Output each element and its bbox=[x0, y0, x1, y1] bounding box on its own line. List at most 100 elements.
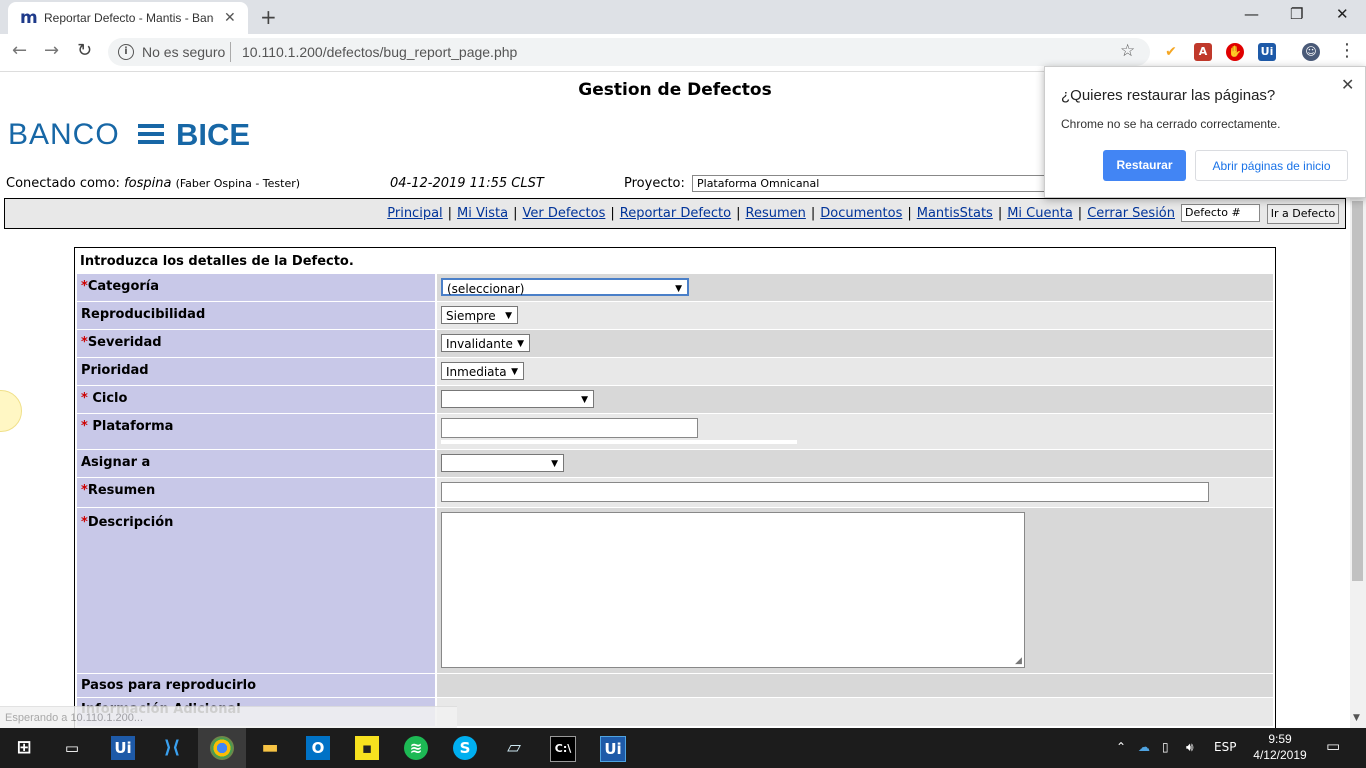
info-icon[interactable]: i bbox=[118, 44, 134, 60]
plataforma-input[interactable] bbox=[441, 418, 698, 438]
popup-message: Chrome no se ha cerrado correctamente. bbox=[1061, 117, 1281, 131]
scroll-thumb[interactable] bbox=[1352, 201, 1363, 581]
menu-ver-defectos[interactable]: Ver Defectos bbox=[522, 206, 605, 221]
go-to-bug-button[interactable]: Ir a Defecto bbox=[1267, 204, 1339, 224]
chrome-menu-icon[interactable]: ⋮ bbox=[1338, 40, 1356, 61]
project-select[interactable]: Plataforma Omnicanal bbox=[692, 175, 1058, 192]
report-form: Introduzca los detalles de la Defecto. *… bbox=[74, 247, 1276, 768]
open-home-pages-button[interactable]: Abrir páginas de inicio bbox=[1195, 150, 1348, 181]
tab-close-icon[interactable]: ✕ bbox=[224, 10, 236, 26]
cmd-icon[interactable]: C:\ bbox=[550, 736, 576, 762]
descripcion-label: Descripción bbox=[87, 515, 174, 530]
asignar-label: Asignar a bbox=[81, 455, 151, 470]
uipath-extension-icon[interactable]: Ui bbox=[1258, 43, 1276, 61]
restore-pages-popup: ¿Quieres restaurar las páginas? Chrome n… bbox=[1044, 66, 1366, 198]
chevron-down-icon: ▼ bbox=[505, 311, 512, 321]
popup-title: ¿Quieres restaurar las páginas? bbox=[1061, 87, 1276, 104]
resumen-label: Resumen bbox=[87, 483, 156, 498]
profile-avatar[interactable]: ☺ bbox=[1302, 43, 1320, 61]
row-prioridad: Prioridad Inmediata ▼ bbox=[77, 358, 1273, 385]
scroll-down-icon[interactable]: ▼ bbox=[1353, 713, 1360, 723]
restore-window-icon[interactable]: ❐ bbox=[1290, 5, 1303, 23]
severidad-label: Severidad bbox=[87, 335, 162, 350]
windows-taskbar: ⊞ ▭ Ui ⟩⟨ ▬ O ▪ ≋ S ▱ C:\ Ui ⌃ ☁ ▯ 🔊︎ ES… bbox=[0, 728, 1366, 768]
row-categoria: *Categoría (seleccionar) ▼ bbox=[77, 274, 1273, 301]
menu-mantisstats[interactable]: MantisStats bbox=[917, 206, 993, 221]
login-fullname: (Faber Ospina - Tester) bbox=[175, 177, 301, 190]
current-datetime: 04-12-2019 11:55 CLST bbox=[390, 176, 544, 191]
prioridad-select[interactable]: Inmediata ▼ bbox=[441, 362, 524, 380]
login-username: fospina bbox=[124, 176, 172, 191]
restore-button[interactable]: Restaurar bbox=[1103, 150, 1186, 181]
asignar-select[interactable]: ▼ bbox=[441, 454, 564, 472]
extension-icon[interactable]: ✔ bbox=[1162, 43, 1180, 61]
language-indicator[interactable]: ESP bbox=[1214, 740, 1236, 754]
clock-date: 4/12/2019 bbox=[1253, 748, 1307, 762]
descripcion-textarea[interactable] bbox=[441, 512, 1025, 668]
uipath-studio-icon[interactable]: Ui bbox=[111, 736, 135, 760]
form-heading: Introduzca los detalles de la Defecto. bbox=[80, 254, 354, 269]
menu-documentos[interactable]: Documentos bbox=[820, 206, 902, 221]
forward-icon[interactable]: → bbox=[44, 40, 59, 61]
row-reproducibilidad: Reproducibilidad Siempre ▼ bbox=[77, 302, 1273, 329]
reload-icon[interactable]: ↻ bbox=[77, 40, 92, 61]
menu-resumen[interactable]: Resumen bbox=[746, 206, 806, 221]
logo-banco-text: BANCO bbox=[8, 118, 120, 151]
task-view-icon[interactable]: ▭ bbox=[60, 736, 84, 760]
vscode-icon[interactable]: ⟩⟨ bbox=[160, 736, 184, 760]
minimize-icon[interactable]: — bbox=[1244, 5, 1259, 23]
outlook-icon[interactable]: O bbox=[306, 736, 330, 760]
new-tab-icon[interactable]: + bbox=[260, 5, 277, 29]
address-bar[interactable]: i No es seguro 10.110.1.200/defectos/bug… bbox=[108, 38, 1150, 66]
reproducibilidad-label: Reproducibilidad bbox=[81, 307, 206, 322]
windows-start-icon[interactable]: ⊞ bbox=[12, 736, 36, 760]
project-label: Proyecto: bbox=[624, 176, 685, 191]
sticky-notes-icon[interactable]: ▪ bbox=[355, 736, 379, 760]
uipath-robot-icon[interactable]: Ui bbox=[600, 736, 626, 762]
resize-grip-icon[interactable]: ◢ bbox=[1015, 656, 1271, 671]
chevron-down-icon: ▼ bbox=[517, 339, 524, 349]
skype-icon[interactable]: S bbox=[453, 736, 477, 760]
ciclo-select[interactable]: ▼ bbox=[441, 390, 594, 408]
menu-principal[interactable]: Principal bbox=[387, 206, 442, 221]
row-plataforma: * Plataforma bbox=[77, 414, 1273, 449]
back-icon[interactable]: ← bbox=[12, 40, 27, 61]
tab-strip: m Reportar Defecto - Mantis - Banco ✕ + … bbox=[0, 0, 1366, 34]
row-asignar: Asignar a ▼ bbox=[77, 450, 1273, 477]
severidad-select[interactable]: Invalidante ▼ bbox=[441, 334, 530, 352]
taskbar-clock[interactable]: 9:59 4/12/2019 bbox=[1250, 731, 1310, 763]
row-severidad: *Severidad Invalidante ▼ bbox=[77, 330, 1273, 357]
bookmark-star-icon[interactable]: ☆ bbox=[1120, 41, 1135, 61]
row-ciclo: * Ciclo ▼ bbox=[77, 386, 1273, 413]
chevron-down-icon: ▼ bbox=[551, 459, 558, 469]
notifications-icon[interactable]: ▭ bbox=[1326, 737, 1340, 755]
tray-chevron-icon[interactable]: ⌃ bbox=[1116, 740, 1126, 754]
spotify-icon[interactable]: ≋ bbox=[404, 736, 428, 760]
menu-cerrar-sesion[interactable]: Cerrar Sesión bbox=[1087, 206, 1175, 221]
menu-mi-cuenta[interactable]: Mi Cuenta bbox=[1007, 206, 1073, 221]
url-text[interactable]: 10.110.1.200/defectos/bug_report_page.ph… bbox=[242, 44, 517, 60]
notepad-icon[interactable]: ▱ bbox=[502, 736, 526, 760]
close-window-icon[interactable]: ✕ bbox=[1336, 5, 1349, 23]
bug-number-input[interactable]: Defecto # bbox=[1181, 204, 1260, 222]
browser-tab[interactable]: m Reportar Defecto - Mantis - Banco ✕ bbox=[8, 2, 248, 34]
adblock-icon[interactable]: ✋ bbox=[1226, 43, 1244, 61]
pdf-extension-icon[interactable]: A bbox=[1194, 43, 1212, 61]
chrome-icon[interactable] bbox=[210, 736, 234, 760]
volume-icon[interactable]: 🔊︎ bbox=[1186, 740, 1194, 755]
categoria-select[interactable]: (seleccionar) ▼ bbox=[441, 278, 689, 296]
pasos-label: Pasos para reproducirlo bbox=[81, 678, 257, 693]
file-explorer-icon[interactable]: ▬ bbox=[258, 736, 282, 760]
popup-close-icon[interactable]: ✕ bbox=[1341, 75, 1354, 94]
resumen-input[interactable] bbox=[441, 482, 1209, 502]
logo-bice-text: BICE bbox=[176, 117, 251, 152]
menu-reportar-defecto[interactable]: Reportar Defecto bbox=[620, 206, 731, 221]
onedrive-icon[interactable]: ☁ bbox=[1138, 740, 1150, 754]
network-icon[interactable]: ▯ bbox=[1162, 740, 1169, 754]
prioridad-label: Prioridad bbox=[81, 363, 149, 378]
menu-mi-vista[interactable]: Mi Vista bbox=[457, 206, 508, 221]
categoria-label: Categoría bbox=[87, 279, 160, 294]
logo-bars-icon bbox=[138, 124, 164, 146]
plataforma-label: Plataforma bbox=[87, 419, 174, 434]
reproducibilidad-select[interactable]: Siempre ▼ bbox=[441, 306, 518, 324]
